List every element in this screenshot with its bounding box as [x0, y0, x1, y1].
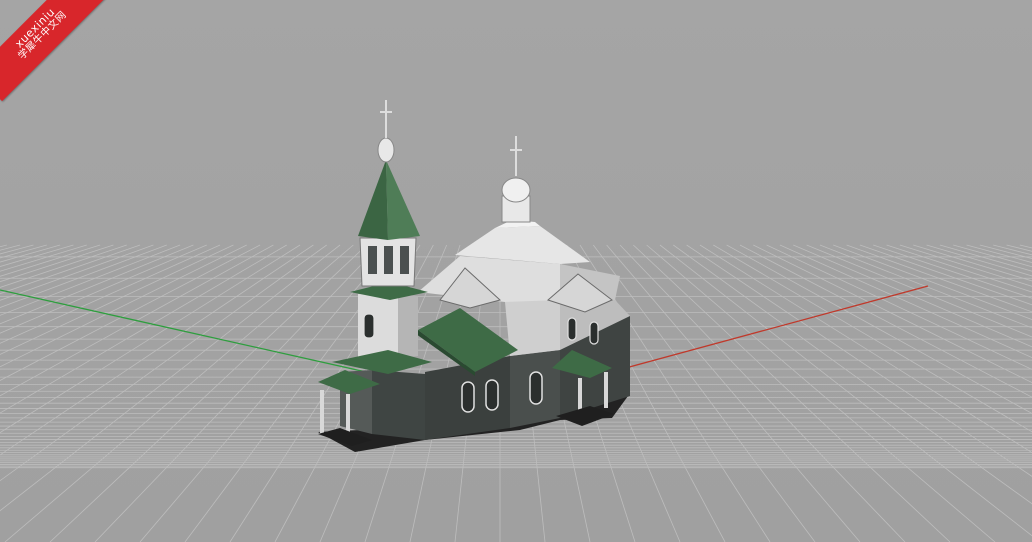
- grid-line: [766, 244, 1032, 370]
- spire-left: [358, 160, 388, 240]
- window-5: [567, 317, 577, 341]
- tower-window: [363, 313, 375, 339]
- window-2: [485, 379, 499, 411]
- tower-lower-front: [372, 370, 425, 440]
- spire-right: [386, 160, 420, 240]
- grid-line: [49, 244, 367, 542]
- grid-line: [1006, 244, 1032, 252]
- grid-line: [4, 244, 354, 542]
- spire-lantern: [377, 137, 395, 163]
- tower-mid-shadow: [398, 296, 418, 358]
- onion-dome: [501, 177, 531, 203]
- grid-line: [913, 244, 1032, 282]
- grid-line: [953, 244, 1032, 268]
- belfry-opening-3: [400, 246, 409, 274]
- grid-line: [779, 244, 1032, 359]
- window-3: [529, 371, 543, 405]
- grid-line: [1019, 244, 1032, 249]
- grid-line: [0, 244, 341, 512]
- grid-line: [633, 244, 951, 542]
- grid-line: [0, 244, 181, 316]
- belfry-opening-1: [368, 246, 377, 274]
- grid-line: [0, 244, 127, 288]
- grid-line: [713, 244, 1032, 433]
- grid-line: [699, 244, 1032, 454]
- grid-line: [606, 244, 861, 542]
- perspective-scene[interactable]: [0, 0, 1032, 542]
- grid-line: [0, 244, 274, 397]
- grid-line: [993, 244, 1032, 256]
- grid-line: [846, 244, 1032, 313]
- grid-line: [673, 244, 1032, 505]
- grid-line: [753, 244, 1032, 384]
- grid-line: [0, 244, 261, 381]
- grid-line: [0, 244, 287, 414]
- belfry-opening-2: [384, 246, 393, 274]
- grid-line: [0, 244, 247, 368]
- window-1: [461, 381, 475, 413]
- window-4: [589, 321, 599, 345]
- grid-line: [819, 244, 1032, 329]
- viewport[interactable]: xuexiniu 学犀牛中文网: [0, 0, 1032, 542]
- grid-line: [0, 244, 141, 295]
- grid-line: [646, 244, 996, 542]
- grid-line: [833, 244, 1032, 320]
- right-porch-post-2: [604, 372, 608, 408]
- church-model[interactable]: [318, 100, 630, 452]
- grid-line: [806, 244, 1032, 338]
- grid-line: [966, 244, 1032, 263]
- grid-line: [0, 244, 47, 259]
- grid-line: [939, 244, 1032, 272]
- left-porch-post-1: [320, 390, 324, 434]
- grid-line: [0, 244, 234, 355]
- grid-line: [0, 244, 154, 301]
- grid-line: [686, 244, 1032, 477]
- grid-line: [659, 244, 1032, 537]
